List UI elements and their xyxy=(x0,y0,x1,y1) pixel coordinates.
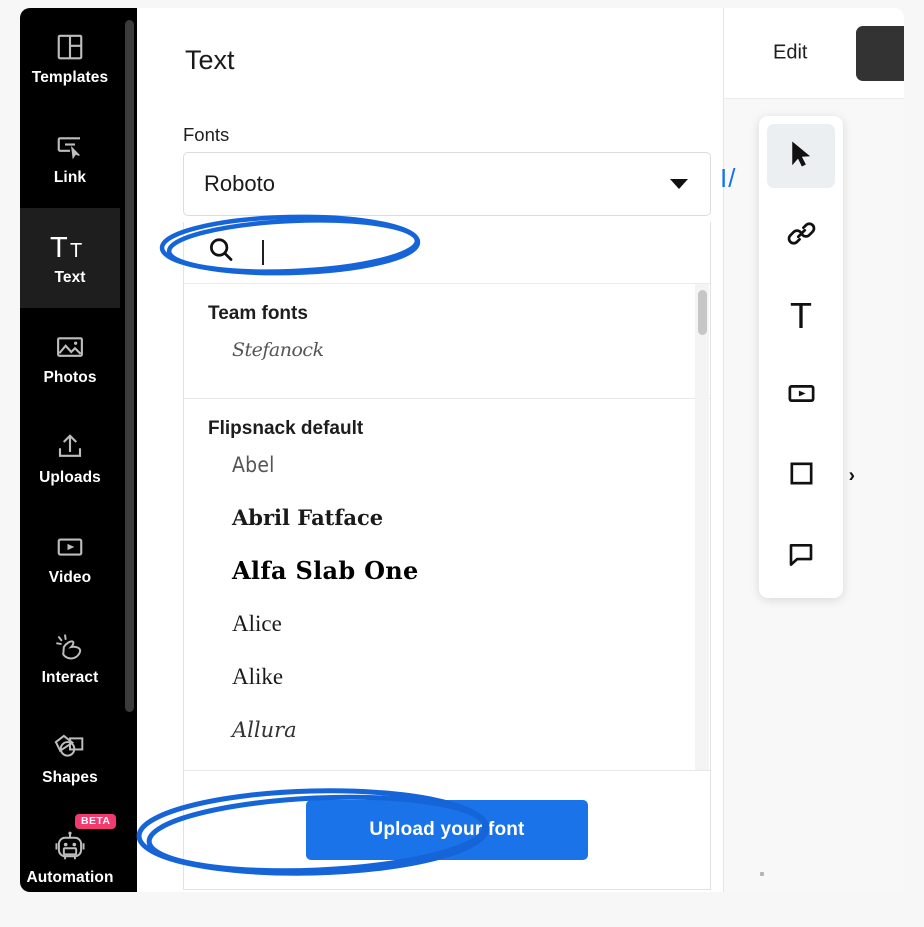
sidebar-item-label: Video xyxy=(48,569,92,587)
tool-shape[interactable]: › xyxy=(767,444,855,508)
sidebar-item-label: Automation xyxy=(26,869,114,887)
svg-text:T: T xyxy=(50,232,68,262)
app-root: Templates Link T T Text Photos Uploads V… xyxy=(0,0,924,927)
canvas-marker-dot xyxy=(760,872,764,876)
canvas-text-fragment: I/ xyxy=(720,163,737,193)
link-chain-icon xyxy=(786,218,817,254)
font-option-allura[interactable]: Allura xyxy=(184,703,710,756)
photo-icon xyxy=(55,330,85,364)
upload-your-font-button[interactable]: Upload your font xyxy=(306,800,588,860)
sidebar-item-label: Uploads xyxy=(39,469,101,487)
top-bar: Edit xyxy=(724,8,904,99)
sidebar-item-label: Text xyxy=(54,269,86,287)
tool-select[interactable] xyxy=(767,124,835,188)
sidebar-item-interact[interactable]: Interact xyxy=(20,608,120,708)
sidebar-item-link[interactable]: Link xyxy=(20,108,120,208)
fonts-label: Fonts xyxy=(183,124,230,145)
tool-comment[interactable] xyxy=(767,524,835,588)
font-option-alike[interactable]: Alike xyxy=(184,650,710,703)
tool-video[interactable] xyxy=(767,364,835,428)
upload-arrow-icon xyxy=(55,430,85,464)
tool-text[interactable]: T xyxy=(767,284,835,348)
chevron-down-icon xyxy=(670,179,688,189)
left-sidebar: Templates Link T T Text Photos Uploads V… xyxy=(20,8,137,892)
sidebar-item-photos[interactable]: Photos xyxy=(20,308,120,408)
templates-icon xyxy=(55,30,85,64)
color-swatch[interactable] xyxy=(856,26,904,81)
font-option-abril-fatface[interactable]: Abril Fatface xyxy=(184,491,710,544)
text-tt-icon: T T xyxy=(49,230,91,264)
comment-bubble-icon xyxy=(786,539,816,574)
font-group-title-team: Team fonts xyxy=(208,303,308,324)
sidebar-item-uploads[interactable]: Uploads xyxy=(20,408,120,508)
font-option-stefanock[interactable]: Stefanock xyxy=(184,323,710,376)
sidebar-item-label: Templates xyxy=(31,69,109,87)
sidebar-item-automation[interactable]: BETA Automation xyxy=(20,808,120,892)
sidebar-item-label: Interact xyxy=(41,669,99,687)
font-list-scrollbar-track[interactable] xyxy=(695,284,709,771)
font-option-alice[interactable]: Alice xyxy=(184,597,710,650)
font-option-alfa-slab-one[interactable]: Alfa Slab One xyxy=(184,544,710,597)
font-list-scrollbar-thumb[interactable] xyxy=(698,290,707,335)
shapes-icon xyxy=(54,730,86,764)
font-list[interactable]: Team fonts Stefanock Flipsnack default A… xyxy=(184,284,710,771)
sidebar-item-label: Shapes xyxy=(42,769,98,787)
hand-tap-icon xyxy=(54,630,86,664)
link-cursor-icon xyxy=(55,130,85,164)
text-t-icon: T xyxy=(790,295,812,336)
sidebar-item-templates[interactable]: Templates xyxy=(20,8,120,108)
shape-square-icon xyxy=(787,459,816,493)
tool-link[interactable] xyxy=(767,204,835,268)
video-play-icon xyxy=(786,378,817,414)
sidebar-item-label: Link xyxy=(53,169,87,187)
edit-label[interactable]: Edit xyxy=(773,42,807,65)
font-search-field[interactable] xyxy=(184,222,710,284)
svg-text:T: T xyxy=(70,240,82,262)
font-family-select[interactable]: Roboto xyxy=(183,152,711,216)
font-group-title-flipsnack: Flipsnack default xyxy=(208,418,364,439)
cursor-arrow-icon xyxy=(786,139,816,174)
text-panel: Text Fonts Roboto Team fonts Stefanock F… xyxy=(137,8,724,892)
font-family-value: Roboto xyxy=(204,171,275,196)
video-play-icon xyxy=(55,530,85,564)
sidebar-item-shapes[interactable]: Shapes xyxy=(20,708,120,808)
robot-icon xyxy=(54,830,86,864)
search-icon xyxy=(206,235,236,270)
chevron-right-icon: › xyxy=(848,465,855,487)
sidebar-item-video[interactable]: Video xyxy=(20,508,120,608)
beta-badge: BETA xyxy=(75,814,117,829)
sidebar-item-label: Photos xyxy=(43,369,97,387)
canvas-area: Edit I/ T › xyxy=(720,8,904,892)
sidebar-scrollbar-thumb[interactable] xyxy=(125,20,134,712)
page-title: Text xyxy=(185,45,235,75)
font-dropdown: Team fonts Stefanock Flipsnack default A… xyxy=(183,222,711,890)
font-option-abel[interactable]: Abel xyxy=(184,438,710,491)
text-caret xyxy=(262,240,264,265)
font-dropdown-footer: Upload your font xyxy=(184,770,710,889)
app-frame: Templates Link T T Text Photos Uploads V… xyxy=(20,8,904,892)
sidebar-item-text[interactable]: T T Text xyxy=(20,208,120,308)
floating-toolbar: T › xyxy=(759,116,855,598)
